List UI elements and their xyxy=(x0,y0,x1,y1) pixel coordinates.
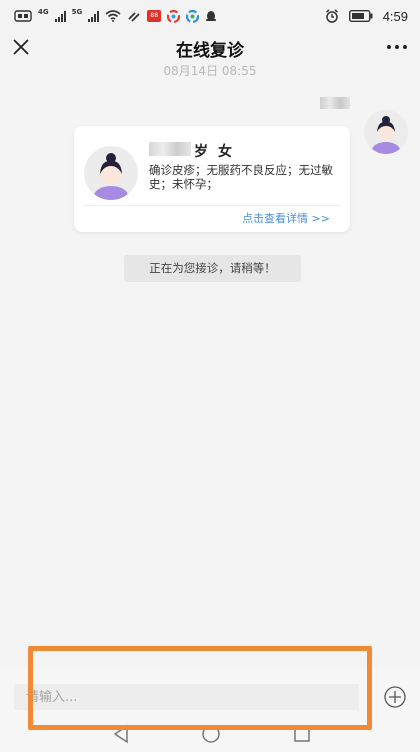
patient-name-redacted xyxy=(149,142,191,156)
sim-card-icon xyxy=(14,10,32,22)
message-timestamp: 08月14日 08:55 xyxy=(163,64,257,78)
link-icon xyxy=(128,12,140,22)
status-time: 4:59 xyxy=(382,8,408,24)
status-bar: 4G 5G 88 4:59 xyxy=(0,0,420,32)
back-triangle-icon[interactable] xyxy=(112,724,130,744)
patient-gender: 女 xyxy=(218,144,232,160)
add-attachment-icon[interactable] xyxy=(384,686,406,708)
home-circle-icon[interactable] xyxy=(200,724,222,744)
more-menu-button[interactable] xyxy=(384,38,410,56)
nav-header: 在线复诊 xyxy=(0,32,420,66)
patient-age-label: 岁 xyxy=(194,144,208,160)
patient-description: 确诊皮疹；无服药不良反应；无过敏史；未怀孕； xyxy=(149,163,333,191)
system-nav-bar xyxy=(0,722,420,752)
sender-name-redacted xyxy=(320,97,350,109)
patient-info-card[interactable]: 岁女 确诊皮疹；无服药不良反应；无过敏史；未怀孕； 点击查看详情 >> xyxy=(74,126,350,232)
view-details-link[interactable]: 点击查看详情 >> xyxy=(242,210,330,226)
qq-penguin-icon xyxy=(206,10,217,21)
card-divider xyxy=(84,205,340,206)
network-type-2: 5G xyxy=(71,8,83,16)
status-right: 4:59 xyxy=(325,7,408,25)
battery-icon xyxy=(348,10,373,22)
recent-apps-icon[interactable] xyxy=(292,724,312,744)
page-title: 在线复诊 xyxy=(176,41,244,61)
patient-age-gender: 岁女 xyxy=(194,141,242,161)
colorful-app-icon xyxy=(167,9,181,23)
signal-icon-1 xyxy=(54,10,66,22)
status-left: 4G 5G 88 xyxy=(14,9,217,23)
signal-icon-2 xyxy=(88,10,100,22)
avatar-woman-icon xyxy=(372,116,400,154)
network-type-1: 4G xyxy=(38,8,49,16)
colorful-app-icon-2 xyxy=(186,9,200,23)
alarm-icon xyxy=(325,9,338,23)
message-input[interactable] xyxy=(14,684,359,710)
wifi-icon xyxy=(105,10,121,22)
system-notice: 正在为您接诊，请稍等！ xyxy=(124,255,301,282)
user-avatar[interactable] xyxy=(364,110,408,154)
avatar-woman-icon xyxy=(94,153,128,200)
patient-avatar xyxy=(84,146,138,200)
app-notification-icon: 88 xyxy=(147,10,162,22)
